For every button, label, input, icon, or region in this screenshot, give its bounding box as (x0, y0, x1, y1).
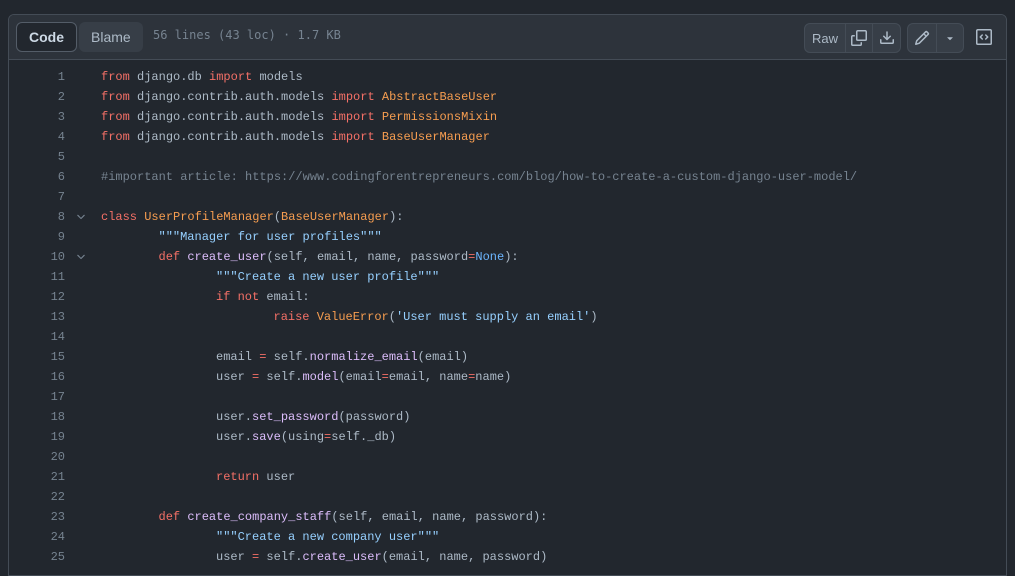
code-line: 5 (9, 147, 1006, 167)
symbols-panel-button[interactable] (971, 23, 997, 51)
line-number[interactable]: 18 (9, 407, 65, 427)
line-number[interactable]: 22 (9, 487, 65, 507)
fold-toggle[interactable] (75, 247, 87, 267)
code-tab[interactable]: Code (16, 22, 77, 52)
triangle-down-icon (947, 37, 953, 41)
code-line: 23 def create_company_staff(self, email, … (9, 507, 1006, 527)
file-viewer: Code Blame 56 lines (43 loc) · 1.7 KB Ra… (8, 14, 1007, 576)
code-view[interactable]: 1 from django.db import models 2 from djang… (9, 67, 1006, 567)
line-number[interactable]: 23 (9, 507, 65, 527)
line-number[interactable]: 2 (9, 87, 65, 107)
blame-tab[interactable]: Blame (79, 22, 143, 52)
chevron-down-icon (77, 214, 85, 220)
code-line: 1 from django.db import models (9, 67, 1006, 87)
copy-icon (851, 30, 867, 46)
code-text: user = self.model(email=email, name=name… (216, 370, 512, 384)
line-number[interactable]: 7 (9, 187, 65, 207)
code-text: email = self.normalize_email(email) (216, 350, 469, 364)
download-raw-button[interactable] (873, 24, 900, 52)
code-line: 19 user.save(using=self._db) (9, 427, 1006, 447)
code-text: """Create a new company user""" (216, 530, 440, 544)
view-toggle: Code Blame (16, 22, 143, 52)
code-line: 2 from django.contrib.auth.models import … (9, 87, 1006, 107)
line-number[interactable]: 17 (9, 387, 65, 407)
code-text: user.set_password(password) (216, 410, 411, 424)
more-edit-options-button[interactable] (937, 24, 963, 52)
fold-toggle[interactable] (75, 207, 87, 227)
code-text: """Create a new user profile""" (216, 270, 440, 284)
code-line: 16 user = self.model(email=email, name=na… (9, 367, 1006, 387)
code-line: 6 #important article: https://www.codingf… (9, 167, 1006, 187)
code-text: from django.contrib.auth.models import P… (101, 110, 498, 124)
code-square-icon (976, 29, 992, 45)
code-text: if not email: (216, 290, 310, 304)
code-line: 15 email = self.normalize_email(email) (9, 347, 1006, 367)
line-number[interactable]: 9 (9, 227, 65, 247)
code-line: 12 if not email: (9, 287, 1006, 307)
code-text: raise ValueError('User must supply an em… (273, 310, 598, 324)
code-text: from django.contrib.auth.models import B… (101, 130, 490, 144)
code-text: """Manager for user profiles""" (158, 230, 382, 244)
raw-button[interactable]: Raw (805, 24, 846, 52)
line-number[interactable]: 21 (9, 467, 65, 487)
code-text: def create_company_staff(self, email, na… (158, 510, 548, 524)
code-text: from django.db import models (101, 70, 303, 84)
code-line: 10 def create_user(self, email, name, pas… (9, 247, 1006, 267)
code-line: 4 from django.contrib.auth.models import … (9, 127, 1006, 147)
code-line: 13 raise ValueError('User must supply an … (9, 307, 1006, 327)
pencil-icon (914, 30, 930, 46)
line-number[interactable]: 13 (9, 307, 65, 327)
code-line: 24 """Create a new company user""" (9, 527, 1006, 547)
line-number[interactable]: 4 (9, 127, 65, 147)
code-line: 18 user.set_password(password) (9, 407, 1006, 427)
line-number[interactable]: 1 (9, 67, 65, 87)
code-line: 9 """Manager for user profiles""" (9, 227, 1006, 247)
edit-file-button[interactable] (908, 24, 937, 52)
line-number[interactable]: 3 (9, 107, 65, 127)
line-number[interactable]: 16 (9, 367, 65, 387)
line-number[interactable]: 14 (9, 327, 65, 347)
line-number[interactable]: 19 (9, 427, 65, 447)
chevron-down-icon (77, 254, 85, 260)
code-text: user = self.create_user(email, name, pas… (216, 550, 548, 564)
code-line: 17 (9, 387, 1006, 407)
line-number[interactable]: 8 (9, 207, 65, 227)
code-line: 11 """Create a new user profile""" (9, 267, 1006, 287)
line-number[interactable]: 25 (9, 547, 65, 567)
code-text: return user (216, 470, 296, 484)
code-line: 21 return user (9, 467, 1006, 487)
download-icon (879, 31, 894, 44)
code-line: 20 (9, 447, 1006, 467)
file-info: 56 lines (43 loc) · 1.7 KB (153, 28, 341, 42)
copy-raw-button[interactable] (846, 24, 873, 52)
line-number[interactable]: 12 (9, 287, 65, 307)
line-number[interactable]: 20 (9, 447, 65, 467)
code-text: from django.contrib.auth.models import A… (101, 90, 498, 104)
line-number[interactable]: 10 (9, 247, 65, 267)
code-line: 3 from django.contrib.auth.models import … (9, 107, 1006, 127)
code-text: user.save(using=self._db) (216, 430, 397, 444)
code-text: class UserProfileManager(BaseUserManager… (101, 210, 404, 224)
code-line: 22 (9, 487, 1006, 507)
line-number[interactable]: 24 (9, 527, 65, 547)
code-line: 25 user = self.create_user(email, name, p… (9, 547, 1006, 567)
line-number[interactable]: 15 (9, 347, 65, 367)
code-line: 8 class UserProfileManager(BaseUserManage… (9, 207, 1006, 227)
code-text: def create_user(self, email, name, passw… (158, 250, 519, 264)
file-header: Code Blame 56 lines (43 loc) · 1.7 KB Ra… (9, 15, 1006, 60)
code-line: 14 (9, 327, 1006, 347)
raw-copy-download-group: Raw (804, 23, 901, 53)
line-number[interactable]: 11 (9, 267, 65, 287)
line-number[interactable]: 6 (9, 167, 65, 187)
code-text: #important article: https://www.codingfo… (101, 170, 858, 184)
code-line: 7 (9, 187, 1006, 207)
edit-group (907, 23, 964, 53)
line-number[interactable]: 5 (9, 147, 65, 167)
